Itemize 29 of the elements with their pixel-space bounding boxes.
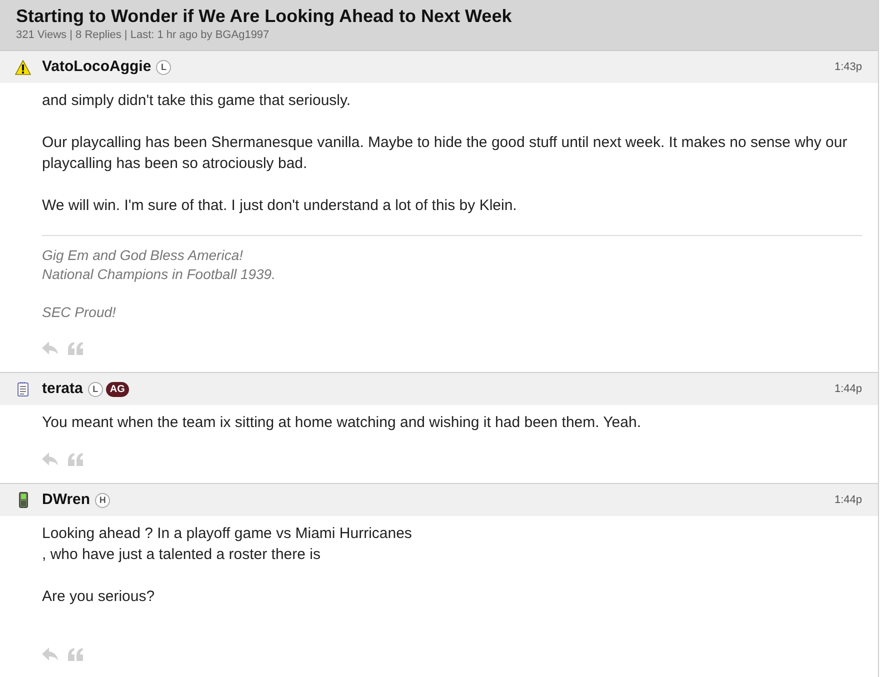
post-text: You meant when the team ix sitting at home watching and wishing it had been them. Yeah. <box>42 413 642 433</box>
quote-icon[interactable] <box>68 342 83 354</box>
user-badge: AG <box>106 382 129 396</box>
signature-text: Gig Em and God Bless America! National Champions in Football 1939. <box>42 246 276 284</box>
username[interactable]: terata <box>42 379 83 399</box>
post-time: 1:44p <box>834 382 862 397</box>
username[interactable]: DWren <box>42 490 90 510</box>
thread-title: Starting to Wonder if We Are Looking Ahead to Next Week <box>16 5 513 27</box>
user-badge: L <box>88 382 103 396</box>
post-text: Our playcalling has been Shermanesque vanilla. Maybe to hide the good stuff until next week. It makes no sense why our playcalling has been so atrociously bad. <box>42 133 848 174</box>
post-text: Are you serious? <box>42 587 156 607</box>
cell-phone-icon <box>18 492 28 508</box>
quote-icon[interactable] <box>68 648 83 660</box>
notepad-icon <box>17 382 29 396</box>
reply-icon[interactable] <box>42 452 58 466</box>
reply-icon[interactable] <box>42 647 58 661</box>
post-time: 1:43p <box>834 60 862 75</box>
post-text: and simply didn't take this game that seriously. <box>42 91 352 111</box>
thread-stats: 321 Views | 8 Replies | Last: 1 hr ago by BGAg1997 <box>16 28 270 42</box>
user-badge: H <box>95 492 110 508</box>
reply-icon[interactable] <box>42 341 58 355</box>
post-text: We will win. I'm sure of that. I just don't understand a lot of this by Klein. <box>42 196 518 216</box>
user-badge: L <box>156 60 172 74</box>
quote-icon[interactable] <box>68 452 83 466</box>
post-text: Looking ahead ? In a playoff game vs Miami Hurricanes , who have just a talented a roster there is <box>42 524 413 565</box>
signature-text: SEC Proud! <box>42 303 117 322</box>
post-time: 1:44p <box>834 492 862 508</box>
warning-icon <box>15 60 31 74</box>
username[interactable]: VatoLocoAggie <box>42 57 152 77</box>
